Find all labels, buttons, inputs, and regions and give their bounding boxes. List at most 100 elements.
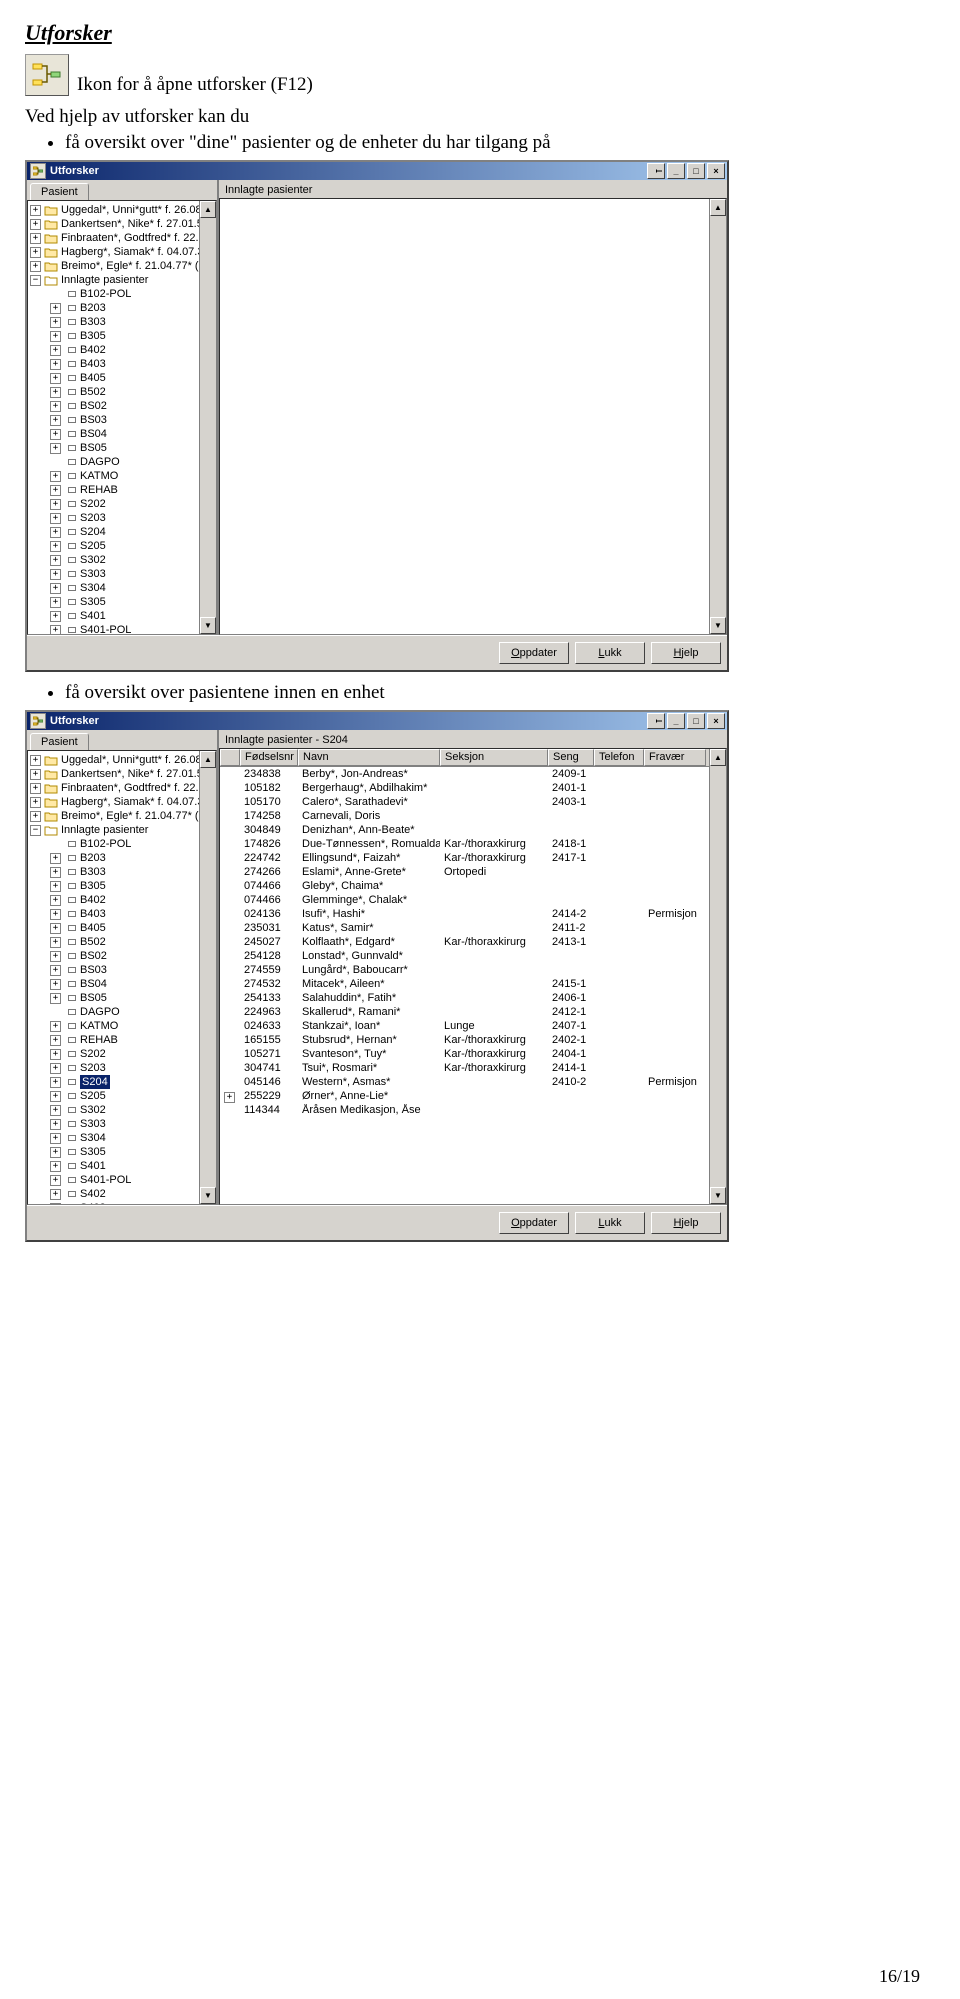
- table-row[interactable]: 274266 Eslami*, Anne-Grete* Ortopedi: [220, 865, 726, 879]
- tree-unit-item[interactable]: B102-POL: [28, 287, 216, 301]
- tree-view[interactable]: +Uggedal*, Unni*gutt* f. 26.08.2 +Danker…: [27, 750, 217, 1205]
- tree-patient-item[interactable]: +Uggedal*, Unni*gutt* f. 26.08.2: [28, 753, 216, 767]
- tree-patient-item[interactable]: +Finbraaten*, Godtfred* f. 22.08.: [28, 781, 216, 795]
- expand-icon[interactable]: +: [50, 937, 61, 948]
- expand-icon[interactable]: +: [50, 499, 61, 510]
- expand-icon[interactable]: +: [30, 769, 41, 780]
- table-row[interactable]: 304849 Denizhan*, Ann-Beate*: [220, 823, 726, 837]
- table-row[interactable]: 024136 Isufi*, Hashi* 2414-2 Permisjon: [220, 907, 726, 921]
- expand-icon[interactable]: +: [50, 1077, 61, 1088]
- expand-icon[interactable]: +: [50, 923, 61, 934]
- close-button[interactable]: ×: [707, 163, 725, 179]
- table-row[interactable]: 024633 Stankzai*, Ioan* Lunge 2407-1: [220, 1019, 726, 1033]
- tree-patient-item[interactable]: +Hagberg*, Siamak* f. 04.07.39: [28, 795, 216, 809]
- tree-patient-item[interactable]: +Breimo*, Egle* f. 21.04.77* (m): [28, 259, 216, 273]
- expand-icon[interactable]: +: [50, 331, 61, 342]
- expand-icon[interactable]: +: [30, 811, 41, 822]
- pin-button[interactable]: [647, 713, 665, 729]
- table-row[interactable]: 074466 Glemminge*, Chalak*: [220, 893, 726, 907]
- table-row[interactable]: 045146 Western*, Asmas* 2410-2 Permisjon: [220, 1075, 726, 1089]
- tree-unit-item[interactable]: +B305: [28, 329, 216, 343]
- tree-unit-item[interactable]: +S202: [28, 497, 216, 511]
- expand-icon[interactable]: +: [50, 1063, 61, 1074]
- oppdater-button[interactable]: Oppdater: [499, 1212, 569, 1234]
- tree-unit-item[interactable]: +S401: [28, 1159, 216, 1173]
- expand-icon[interactable]: +: [50, 583, 61, 594]
- table-row[interactable]: 274532 Mitacek*, Aileen* 2415-1: [220, 977, 726, 991]
- tree-unit-item[interactable]: +BS02: [28, 399, 216, 413]
- maximize-button[interactable]: □: [687, 713, 705, 729]
- tree-unit-item[interactable]: +S204: [28, 1075, 216, 1089]
- table-row[interactable]: + 255229 Ørner*, Anne-Lie*: [220, 1089, 726, 1103]
- scroll-down-button[interactable]: ▼: [200, 1187, 216, 1204]
- tree-unit-item[interactable]: +S304: [28, 581, 216, 595]
- col-fravar[interactable]: Fravær: [644, 749, 706, 766]
- col-navn[interactable]: Navn: [298, 749, 440, 766]
- tree-unit-item[interactable]: +BS05: [28, 441, 216, 455]
- table-row[interactable]: 234838 Berby*, Jon-Andreas* 2409-1: [220, 767, 726, 781]
- tree-view[interactable]: +Uggedal*, Unni*gutt* f. 26.08.2 +Danker…: [27, 200, 217, 635]
- expand-icon[interactable]: +: [30, 755, 41, 766]
- expand-icon[interactable]: +: [50, 387, 61, 398]
- expand-icon[interactable]: +: [50, 979, 61, 990]
- expand-icon[interactable]: +: [50, 443, 61, 454]
- tree-unit-item[interactable]: +S203: [28, 1061, 216, 1075]
- tree-scrollbar[interactable]: ▲ ▼: [199, 751, 216, 1204]
- tree-unit-item[interactable]: +B303: [28, 315, 216, 329]
- tree-unit-item[interactable]: +REHAB: [28, 1033, 216, 1047]
- tree-unit-item[interactable]: +S302: [28, 1103, 216, 1117]
- tree-unit-item[interactable]: +S302: [28, 553, 216, 567]
- close-button[interactable]: ×: [707, 713, 725, 729]
- tree-patient-item[interactable]: +Breimo*, Egle* f. 21.04.77* (m): [28, 809, 216, 823]
- tree-unit-item[interactable]: +S401-POL: [28, 1173, 216, 1187]
- collapse-icon[interactable]: −: [30, 275, 41, 286]
- tree-unit-item[interactable]: +B502: [28, 385, 216, 399]
- expand-icon[interactable]: +: [30, 247, 41, 258]
- tree-patient-item[interactable]: +Hagberg*, Siamak* f. 04.07.39: [28, 245, 216, 259]
- table-row[interactable]: 105182 Bergerhaug*, Abdilhakim* 2401-1: [220, 781, 726, 795]
- tab-pasient[interactable]: Pasient: [30, 733, 89, 750]
- expand-icon[interactable]: +: [50, 1105, 61, 1116]
- expand-icon[interactable]: +: [50, 1119, 61, 1130]
- expand-icon[interactable]: +: [50, 881, 61, 892]
- tree-patient-item[interactable]: +Finbraaten*, Godtfred* f. 22.08.: [28, 231, 216, 245]
- expand-icon[interactable]: +: [50, 1021, 61, 1032]
- expand-icon[interactable]: +: [50, 471, 61, 482]
- maximize-button[interactable]: □: [687, 163, 705, 179]
- table-row[interactable]: 224963 Skallerud*, Ramani* 2412-1: [220, 1005, 726, 1019]
- expand-icon[interactable]: +: [50, 867, 61, 878]
- expand-icon[interactable]: +: [50, 345, 61, 356]
- table-row[interactable]: 165155 Stubsrud*, Hernan* Kar-/thoraxkir…: [220, 1033, 726, 1047]
- expand-icon[interactable]: +: [50, 1147, 61, 1158]
- expand-icon[interactable]: +: [50, 317, 61, 328]
- tree-unit-item[interactable]: +BS03: [28, 963, 216, 977]
- table-row[interactable]: 304741 Tsui*, Rosmari* Kar-/thoraxkirurg…: [220, 1061, 726, 1075]
- expand-icon[interactable]: +: [50, 909, 61, 920]
- scroll-up-button[interactable]: ▲: [200, 201, 216, 218]
- tree-innlagte[interactable]: −Innlagte pasienter: [28, 823, 216, 837]
- table-row[interactable]: 274559 Lungård*, Baboucarr*: [220, 963, 726, 977]
- expand-icon[interactable]: +: [50, 1203, 61, 1206]
- tree-unit-item[interactable]: +B405: [28, 371, 216, 385]
- tree-innlagte[interactable]: −Innlagte pasienter: [28, 273, 216, 287]
- expand-icon[interactable]: +: [30, 205, 41, 216]
- expand-icon[interactable]: +: [30, 783, 41, 794]
- expand-icon[interactable]: +: [50, 429, 61, 440]
- tree-patient-item[interactable]: +Uggedal*, Unni*gutt* f. 26.08.2: [28, 203, 216, 217]
- table-row[interactable]: 174826 Due-Tønnessen*, Romualdas* Kar-/t…: [220, 837, 726, 851]
- col-telefon[interactable]: Telefon: [594, 749, 644, 766]
- expand-icon[interactable]: +: [50, 1133, 61, 1144]
- expand-icon[interactable]: +: [50, 951, 61, 962]
- tree-unit-item[interactable]: +S401: [28, 609, 216, 623]
- tree-unit-item[interactable]: +S303: [28, 1117, 216, 1131]
- table-row[interactable]: 245027 Kolflaath*, Edgard* Kar-/thoraxki…: [220, 935, 726, 949]
- table-row[interactable]: 224742 Ellingsund*, Faizah* Kar-/thoraxk…: [220, 851, 726, 865]
- tree-unit-item[interactable]: +B303: [28, 865, 216, 879]
- expand-icon[interactable]: +: [50, 401, 61, 412]
- expand-icon[interactable]: +: [50, 993, 61, 1004]
- table-row[interactable]: 074466 Gleby*, Chaima*: [220, 879, 726, 893]
- expand-icon[interactable]: +: [50, 373, 61, 384]
- tree-patient-item[interactable]: +Dankertsen*, Nike* f. 27.01.52: [28, 767, 216, 781]
- tree-unit-item[interactable]: +S204: [28, 525, 216, 539]
- lukk-button[interactable]: Lukk: [575, 1212, 645, 1234]
